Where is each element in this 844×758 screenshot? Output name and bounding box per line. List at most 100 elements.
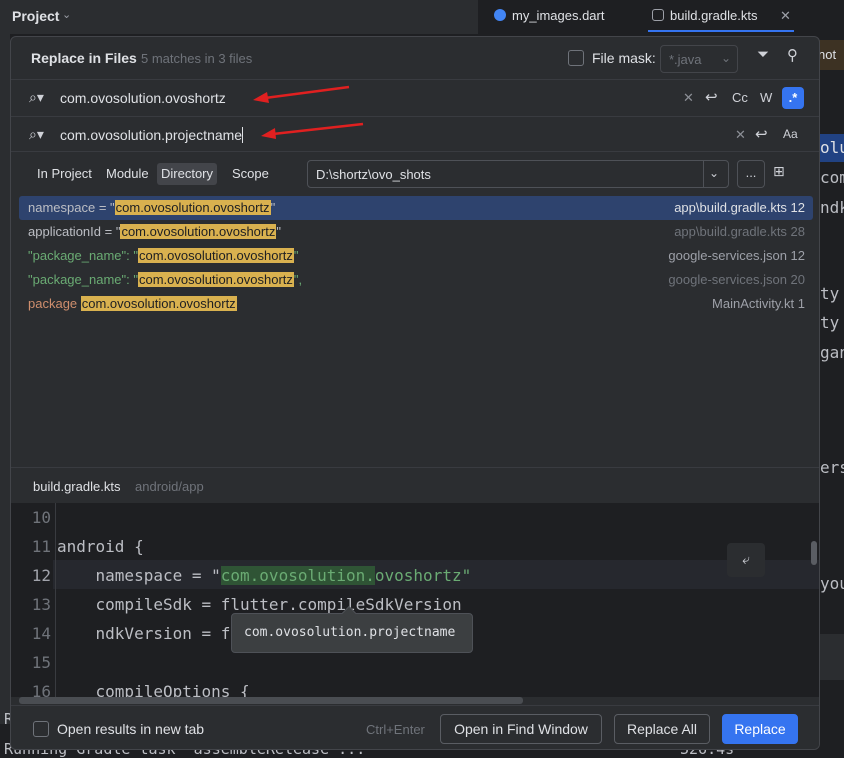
active-tab-indicator <box>648 30 794 32</box>
results-list: namespace = "com.ovosolution.ovoshortz" … <box>19 196 813 316</box>
replace-button[interactable]: Replace <box>722 714 798 744</box>
gutter-divider <box>55 503 56 697</box>
divider <box>703 161 704 187</box>
result-row[interactable]: package com.ovosolution.ovoshortz MainAc… <box>19 292 813 316</box>
result-suffix: ", <box>293 272 303 287</box>
group-by-tree-icon[interactable]: ⊞ <box>773 163 785 180</box>
tab-build-gradle-kts[interactable]: build.gradle.kts <box>652 0 757 32</box>
editor-code-fragment: gan <box>820 343 844 362</box>
chevron-down-icon[interactable]: ⌄ <box>721 51 731 65</box>
result-row[interactable]: "package_name": "com.ovosolution.ovoshor… <box>19 268 813 292</box>
result-suffix: " <box>270 200 276 215</box>
result-match: com.ovosolution.ovoshortz <box>114 200 271 215</box>
replace-in-files-dialog: Replace in Files 5 matches in 3 files Fi… <box>10 36 820 750</box>
result-prefix: applicationId = " <box>28 224 121 239</box>
chevron-down-icon[interactable]: ⌄ <box>62 8 71 21</box>
search-history-icon[interactable]: ⌕▾ <box>29 89 44 106</box>
editor-code-fragment: com <box>820 168 844 187</box>
editor-panel-fragment <box>818 634 844 680</box>
dialog-title: Replace in Files <box>31 50 137 66</box>
open-in-find-window-button[interactable]: Open in Find Window <box>440 714 602 744</box>
project-view-title[interactable]: Project <box>12 8 59 24</box>
code-token: " <box>461 566 472 585</box>
file-mask-checkbox[interactable] <box>568 50 584 66</box>
result-match: com.ovosolution.ovoshortz <box>80 296 237 311</box>
replace-value: com.ovosolution.projectname <box>60 127 243 143</box>
result-prefix: namespace = " <box>28 200 115 215</box>
replace-row: ⌕▾ com.ovosolution.projectname ✕ ↩ Aa <box>11 116 819 152</box>
result-file: MainActivity.kt 1 <box>712 296 805 311</box>
line-number: 10 <box>31 508 51 527</box>
result-file: app\build.gradle.kts 12 <box>674 200 805 215</box>
chevron-down-icon[interactable]: ⌄ <box>709 166 719 180</box>
open-in-new-tab-label[interactable]: Open results in new tab <box>57 721 204 737</box>
clear-icon[interactable]: ✕ <box>683 90 694 106</box>
result-file: app\build.gradle.kts 28 <box>674 224 805 239</box>
tab-label: my_images.dart <box>512 8 605 23</box>
directory-combobox[interactable]: D:\shortz\ovo_shots ⌄ <box>307 160 729 188</box>
scope-in-project[interactable]: In Project <box>33 163 96 185</box>
scope-custom[interactable]: Scope <box>228 163 273 185</box>
browse-button[interactable]: ... <box>737 160 765 188</box>
result-prefix: "package_name": " <box>28 272 138 287</box>
close-icon[interactable]: ✕ <box>780 0 791 32</box>
tab-label: build.gradle.kts <box>670 8 758 23</box>
search-history-icon[interactable]: ⌕▾ <box>29 126 44 143</box>
result-suffix: " <box>276 224 281 239</box>
new-line-icon[interactable]: ↩ <box>705 88 718 106</box>
file-mask-label[interactable]: File mask: <box>592 50 656 66</box>
file-mask-input[interactable]: *.java ⌄ <box>660 45 738 73</box>
match-case-toggle[interactable]: Cc <box>732 90 748 105</box>
file-mask-placeholder: *.java <box>669 52 702 67</box>
horizontal-scrollbar[interactable] <box>19 697 523 704</box>
regex-toggle[interactable]: .* <box>782 87 804 109</box>
line-number: 16 <box>31 682 51 697</box>
scope-module[interactable]: Module <box>102 163 153 185</box>
tooltip-text: com.ovosolution.projectname <box>244 625 456 640</box>
preview-editor[interactable]: 10 11 12 13 14 15 16 android { namespace… <box>11 503 819 697</box>
code-match: com.ovosolution. <box>220 566 375 585</box>
dialog-footer: Open results in new tab Ctrl+Enter Open … <box>11 705 819 749</box>
shortcut-hint: Ctrl+Enter <box>366 722 425 737</box>
preview-file-path: android/app <box>135 479 204 494</box>
text-caret <box>242 127 244 143</box>
result-match: com.ovosolution.ovoshortz <box>120 224 277 239</box>
editor-code-fragment: ndk <box>820 198 844 217</box>
annotation-arrow <box>253 85 350 103</box>
result-match: com.ovosolution.ovoshortz <box>137 272 294 287</box>
result-row[interactable]: "package_name": "com.ovosolution.ovoshor… <box>19 244 813 268</box>
editor-code-fragment: you <box>820 574 844 593</box>
whole-words-toggle[interactable]: W <box>760 90 772 105</box>
filter-icon[interactable]: ⏷ <box>757 46 769 63</box>
open-in-new-tab-checkbox[interactable] <box>33 721 49 737</box>
preserve-case-icon[interactable]: Aa <box>783 127 798 141</box>
editor-code-fragment: ers <box>820 458 844 477</box>
gradle-file-icon <box>652 9 664 21</box>
replace-input[interactable]: com.ovosolution.projectname <box>60 127 244 143</box>
find-row: ⌕▾ com.ovosolution.ovoshortz ✕ ↩ Cc W .* <box>11 79 819 115</box>
line-number: 14 <box>31 624 51 643</box>
vertical-scrollbar[interactable] <box>811 541 817 565</box>
project-tool-window <box>0 34 10 724</box>
result-row[interactable]: namespace = "com.ovosolution.ovoshortz" … <box>19 196 813 220</box>
soft-wrap-icon[interactable]: ⤶ <box>727 543 765 577</box>
scope-directory[interactable]: Directory <box>157 163 218 185</box>
result-suffix: " <box>293 248 299 263</box>
code-line: compileOptions { <box>57 682 250 697</box>
code-line: compileSdk = flutter.compileSdkVersion <box>57 595 462 614</box>
find-input[interactable]: com.ovosolution.ovoshortz <box>60 90 226 106</box>
result-match: com.ovosolution.ovoshortz <box>137 248 294 263</box>
result-row[interactable]: applicationId = "com.ovosolution.ovoshor… <box>19 220 813 244</box>
preview-header: build.gradle.kts android/app <box>11 467 819 503</box>
code-line: namespace = "com.ovosolution.ovoshortz" <box>57 566 471 585</box>
replacement-tooltip: com.ovosolution.projectname <box>231 605 473 653</box>
annotation-arrow <box>261 122 364 139</box>
replace-all-button[interactable]: Replace All <box>614 714 710 744</box>
line-number: 13 <box>31 595 51 614</box>
line-number: 11 <box>31 537 51 556</box>
clear-icon[interactable]: ✕ <box>735 127 746 143</box>
tab-my-images-dart[interactable]: my_images.dart <box>494 0 604 32</box>
pin-icon[interactable]: ⚲ <box>787 46 798 64</box>
new-line-icon[interactable]: ↩ <box>755 125 768 143</box>
preview-file-name: build.gradle.kts <box>33 479 121 494</box>
